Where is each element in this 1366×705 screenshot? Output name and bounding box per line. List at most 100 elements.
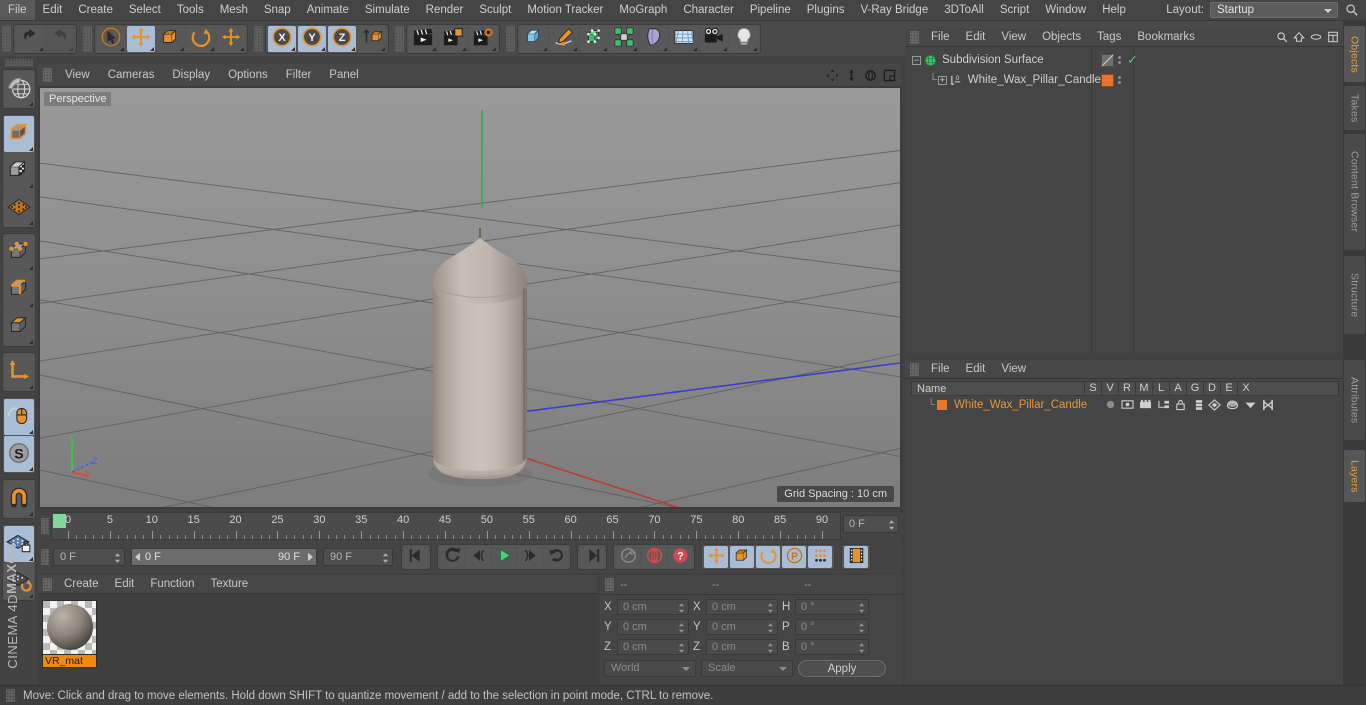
coord-value-field[interactable]: 0 °	[795, 599, 869, 615]
add-environment[interactable]	[670, 25, 698, 52]
layer-col-a[interactable]: A	[1169, 382, 1186, 395]
expression-icon[interactable]	[1244, 399, 1257, 410]
menu-item-3dtoall[interactable]: 3DToAll	[936, 0, 992, 20]
spinner-icon[interactable]	[888, 519, 895, 531]
rotation-key-button[interactable]	[756, 546, 780, 568]
menu-item-select[interactable]: Select	[121, 0, 169, 20]
viewport-menu-options[interactable]: Options	[219, 64, 277, 86]
search-icon[interactable]	[1345, 3, 1359, 17]
render-to-picture-viewer[interactable]	[439, 25, 467, 52]
layout-select[interactable]: Startup	[1210, 2, 1338, 18]
menu-item-render[interactable]: Render	[418, 0, 472, 20]
visibility-dots-icon[interactable]	[1118, 76, 1121, 84]
flyout-corner-icon[interactable]	[29, 467, 33, 471]
flyout-corner-icon[interactable]	[210, 46, 214, 51]
render-icon[interactable]	[1139, 399, 1152, 410]
object-menu-objects[interactable]: Objects	[1034, 28, 1089, 47]
flyout-corner-icon[interactable]	[321, 46, 325, 51]
spinner-icon[interactable]	[858, 602, 865, 614]
flyout-corner-icon[interactable]	[29, 430, 33, 434]
apply-button[interactable]: Apply	[798, 660, 886, 677]
lock-y-axis[interactable]: Y	[298, 25, 326, 52]
coord-value-field[interactable]: 0 cm	[706, 599, 778, 615]
toolbar-grip-icon[interactable]	[254, 25, 263, 52]
home-icon[interactable]	[1293, 31, 1305, 43]
menu-item-sculpt[interactable]: Sculpt	[471, 0, 519, 20]
lock-z-axis[interactable]: Z	[328, 25, 356, 52]
coord-value-field[interactable]: 0 cm	[617, 619, 689, 635]
layer-col-r[interactable]: R	[1118, 382, 1135, 395]
flyout-corner-icon[interactable]	[543, 46, 547, 51]
visibility-dots-icon[interactable]	[1118, 56, 1121, 64]
enable-snapping[interactable]: S	[4, 436, 34, 472]
material-menu-create[interactable]: Create	[56, 575, 107, 594]
menu-item-v-ray-bridge[interactable]: V-Ray Bridge	[852, 0, 936, 20]
flyout-corner-icon[interactable]	[240, 46, 244, 51]
object-menu-view[interactable]: View	[993, 28, 1034, 47]
deformer-icon[interactable]	[1226, 399, 1239, 411]
vertical-tab-layers[interactable]: Layers	[1344, 450, 1365, 502]
vertical-tab-objects[interactable]: Objects	[1344, 26, 1365, 82]
spinner-icon[interactable]	[767, 602, 774, 614]
expand-toggle-icon[interactable]: +	[937, 75, 947, 85]
material-menu-edit[interactable]: Edit	[107, 575, 143, 594]
layer-col-l[interactable]: L	[1152, 382, 1169, 395]
move-tool[interactable]	[127, 25, 155, 52]
panel-grip-icon[interactable]	[43, 68, 52, 82]
lock-icon[interactable]	[1175, 399, 1186, 411]
viewport-3d-canvas[interactable]: Perspective Y X Z Grid Spacing : 10 cm	[40, 88, 900, 507]
toolbar-grip-icon[interactable]	[5, 59, 33, 67]
layout-icon[interactable]	[1327, 31, 1339, 43]
layer-col-m[interactable]: M	[1135, 382, 1152, 395]
object-axis-mode[interactable]	[4, 354, 34, 390]
menu-item-mograph[interactable]: MoGraph	[611, 0, 675, 20]
flyout-corner-icon[interactable]	[29, 184, 33, 188]
viewport-menu-cameras[interactable]: Cameras	[99, 64, 164, 86]
vertical-tab-content-browser[interactable]: Content Browser	[1344, 134, 1365, 250]
keyframe-selection-button[interactable]: ?	[668, 546, 692, 568]
object-menu-file[interactable]: File	[923, 28, 958, 47]
viewport-menu-panel[interactable]: Panel	[320, 64, 367, 86]
menu-item-window[interactable]: Window	[1037, 0, 1094, 20]
flyout-corner-icon[interactable]	[351, 46, 355, 51]
record-active-objects-button[interactable]	[616, 546, 640, 568]
layer-menu-edit[interactable]: Edit	[958, 360, 994, 379]
coord-value-field[interactable]: 0 cm	[706, 639, 778, 655]
panel-grip-icon[interactable]	[41, 549, 49, 565]
object-menu-tags[interactable]: Tags	[1089, 28, 1129, 47]
panel-grip-icon[interactable]	[41, 518, 49, 534]
polygons-mode[interactable]	[4, 309, 34, 345]
vertical-tab-takes[interactable]: Takes	[1344, 86, 1365, 130]
menu-item-animate[interactable]: Animate	[299, 0, 357, 20]
layer-col-g[interactable]: G	[1186, 382, 1203, 395]
ellipse-icon[interactable]	[1310, 31, 1322, 43]
material-menu-function[interactable]: Function	[142, 575, 202, 594]
spinner-icon[interactable]	[678, 622, 685, 634]
xpresso-icon[interactable]	[1262, 399, 1274, 411]
material-item[interactable]: VR_mat	[42, 600, 97, 668]
menu-item-motion-tracker[interactable]: Motion Tracker	[519, 0, 611, 20]
material-list[interactable]: VR_mat	[38, 594, 598, 685]
menu-item-mesh[interactable]: Mesh	[212, 0, 256, 20]
pan-icon[interactable]	[824, 67, 841, 83]
preview-range-slider[interactable]: 0 F 90 F	[131, 548, 317, 566]
preview-end-field[interactable]: 90 F	[323, 548, 393, 566]
material-menu-texture[interactable]: Texture	[202, 575, 256, 594]
vertical-tab-structure[interactable]: Structure	[1344, 256, 1365, 334]
add-tool[interactable]	[217, 25, 245, 52]
generator-icon[interactable]	[1208, 398, 1222, 411]
menu-item-plugins[interactable]: Plugins	[799, 0, 853, 20]
coord-value-field[interactable]: 0 cm	[706, 619, 778, 635]
flyout-corner-icon[interactable]	[29, 385, 33, 389]
render-view-button[interactable]	[409, 25, 437, 52]
scale-key-button[interactable]	[730, 546, 754, 568]
flyout-corner-icon[interactable]	[603, 46, 607, 51]
animation-mode-button[interactable]	[844, 546, 868, 568]
spinner-icon[interactable]	[382, 552, 389, 564]
viewport-menu-view[interactable]: View	[56, 64, 99, 86]
flyout-corner-icon[interactable]	[29, 102, 33, 106]
object-tree-row[interactable]: − Subdivision Surface ✓	[911, 50, 1337, 70]
menu-item-character[interactable]: Character	[675, 0, 742, 20]
spinner-icon[interactable]	[767, 642, 774, 654]
table-row[interactable]: └ White_Wax_Pillar_Candle	[911, 397, 1339, 412]
